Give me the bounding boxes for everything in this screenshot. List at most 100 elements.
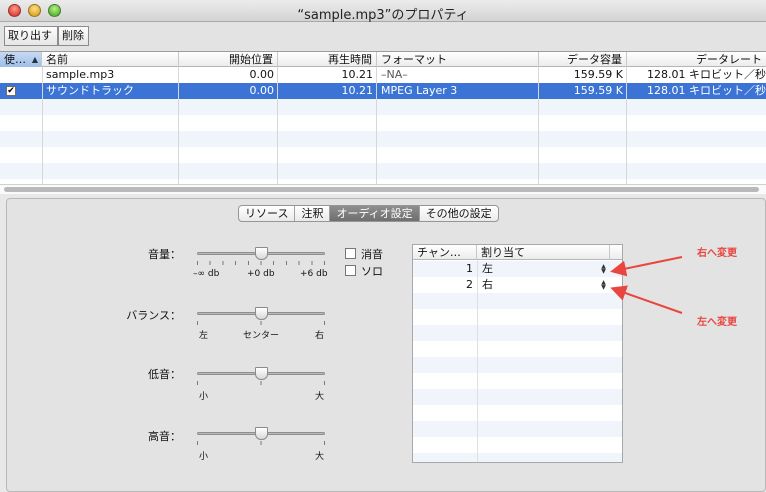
- settings-tabs: リソース 注釈 オーディオ設定 その他の設定: [238, 205, 499, 222]
- settings-panel: [6, 198, 766, 492]
- column-divider: [277, 67, 278, 184]
- tab-resources[interactable]: リソース: [239, 206, 296, 221]
- title-bar: “sample.mp3”のプロパティ: [0, 0, 766, 23]
- enable-track-checkbox[interactable]: ✔: [6, 86, 16, 96]
- balance-mid-label: センター: [243, 331, 280, 341]
- channel-number: 1: [466, 262, 473, 275]
- mute-label: 消音: [361, 248, 383, 261]
- volume-mid-label: +0 db: [247, 269, 275, 279]
- column-enabled[interactable]: 使… ▲: [0, 52, 42, 67]
- balance-ticks: [197, 321, 325, 325]
- track-size: 159.59 K: [573, 84, 623, 97]
- balance-slider[interactable]: [197, 307, 325, 320]
- column-format[interactable]: フォーマット: [377, 52, 539, 67]
- column-divider: [626, 67, 627, 184]
- tab-annotations[interactable]: 注釈: [295, 206, 331, 221]
- channel-assignment: 左: [482, 262, 493, 275]
- volume-slider[interactable]: [197, 247, 325, 260]
- track-start: 0.00: [249, 84, 275, 97]
- tab-audio-settings[interactable]: オーディオ設定: [330, 206, 420, 221]
- track-name: サウンドトラック: [46, 84, 134, 97]
- column-channel[interactable]: チャン…: [413, 245, 477, 260]
- column-divider: [178, 67, 179, 184]
- balance-min-label: 左: [199, 331, 209, 341]
- column-rate[interactable]: データレート: [627, 52, 766, 67]
- channel-table[interactable]: チャン… 割り当て 1 左 ▲ ▼ 2 右 ▲ ▼: [412, 244, 623, 463]
- treble-label: 高音：: [148, 430, 181, 443]
- empty-row: [0, 99, 766, 115]
- bass-slider-thumb[interactable]: [255, 367, 268, 380]
- column-enabled-label: 使…: [4, 53, 26, 66]
- channel-table-header: チャン… 割り当て: [413, 245, 622, 260]
- list-item[interactable]: 1 左 ▲ ▼: [413, 261, 622, 277]
- treble-min-label: 小: [199, 452, 209, 462]
- track-rate: 128.01 キロビット／秒: [647, 68, 766, 81]
- extract-button[interactable]: 取り出す: [4, 26, 58, 46]
- volume-label: 音量：: [148, 248, 181, 261]
- empty-row: [0, 147, 766, 163]
- column-size[interactable]: データ容量: [539, 52, 627, 67]
- volume-slider-thumb[interactable]: [255, 247, 268, 260]
- solo-checkbox[interactable]: [345, 265, 356, 276]
- balance-max-label: 右: [315, 331, 325, 341]
- empty-row: [413, 389, 622, 405]
- column-divider: [376, 67, 377, 184]
- mute-checkbox[interactable]: [345, 248, 356, 259]
- track-duration: 10.21: [341, 84, 374, 97]
- balance-label: バランス：: [126, 309, 181, 322]
- table-row[interactable]: sample.mp3 0.00 10.21 –NA– 159.59 K 128.…: [0, 67, 766, 83]
- window-title: “sample.mp3”のプロパティ: [297, 8, 469, 23]
- balance-slider-thumb[interactable]: [255, 307, 268, 320]
- table-row[interactable]: ✔ サウンドトラック 0.00 10.21 MPEG Layer 3 159.5…: [0, 83, 766, 99]
- track-duration: 10.21: [341, 68, 374, 81]
- track-name: sample.mp3: [46, 68, 115, 81]
- empty-row: [0, 131, 766, 147]
- annotation-top: 右へ変更: [697, 248, 737, 259]
- track-format: MPEG Layer 3: [381, 84, 458, 97]
- column-divider: [477, 260, 478, 462]
- assignment-stepper-icon[interactable]: ▲ ▼: [600, 264, 607, 275]
- column-divider: [538, 67, 539, 184]
- column-divider: [42, 67, 43, 184]
- solo-label: ソロ: [361, 265, 383, 278]
- bass-ticks: [197, 381, 325, 385]
- treble-max-label: 大: [315, 452, 325, 462]
- empty-row: [0, 163, 766, 179]
- track-rate: 128.01 キロビット／秒: [647, 84, 766, 97]
- bass-min-label: 小: [199, 392, 209, 402]
- bass-slider[interactable]: [197, 367, 325, 380]
- annotation-bottom: 左へ変更: [697, 317, 737, 328]
- channel-assignment: 右: [482, 278, 493, 291]
- treble-slider-thumb[interactable]: [255, 427, 268, 440]
- sort-ascending-icon: ▲: [31, 55, 38, 64]
- track-start: 0.00: [249, 68, 275, 81]
- column-name[interactable]: 名前: [42, 52, 179, 67]
- column-duration[interactable]: 再生時間: [278, 52, 377, 67]
- track-format: –NA–: [381, 68, 408, 81]
- track-table-header: 使… ▲ 名前 開始位置 再生時間 フォーマット データ容量 データレート: [0, 52, 766, 67]
- empty-row: [413, 325, 622, 341]
- scrollbar-thumb[interactable]: [4, 187, 759, 192]
- assignment-stepper-icon[interactable]: ▲ ▼: [600, 280, 607, 291]
- empty-row: [413, 421, 622, 437]
- column-assignment[interactable]: 割り当て: [477, 245, 610, 260]
- channel-number: 2: [466, 278, 473, 291]
- empty-row: [413, 453, 622, 462]
- track-size: 159.59 K: [573, 68, 623, 81]
- empty-row: [413, 357, 622, 373]
- tab-other-settings[interactable]: その他の設定: [420, 206, 498, 221]
- empty-row: [413, 293, 622, 309]
- column-start[interactable]: 開始位置: [179, 52, 278, 67]
- empty-row: [0, 115, 766, 131]
- toolbar: 取り出す 削除: [0, 22, 766, 52]
- volume-max-label: +6 db: [300, 269, 328, 279]
- list-item[interactable]: 2 右 ▲ ▼: [413, 277, 622, 293]
- track-table[interactable]: 使… ▲ 名前 開始位置 再生時間 フォーマット データ容量 データレート sam…: [0, 51, 766, 184]
- volume-ticks: [197, 261, 325, 265]
- horizontal-scrollbar[interactable]: [0, 184, 766, 194]
- bass-max-label: 大: [315, 392, 325, 402]
- delete-button[interactable]: 削除: [58, 26, 89, 46]
- volume-min-label: –∞ db: [193, 269, 220, 279]
- treble-slider[interactable]: [197, 427, 325, 440]
- bass-label: 低音：: [148, 368, 181, 381]
